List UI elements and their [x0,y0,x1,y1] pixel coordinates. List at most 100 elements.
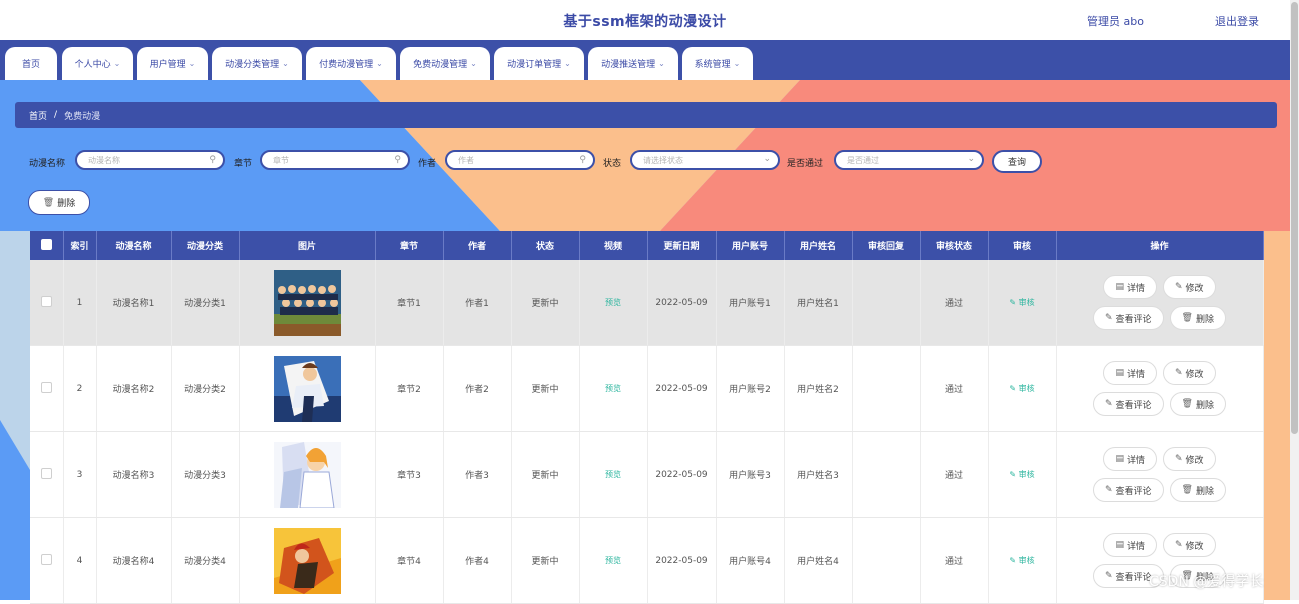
view-comments-button[interactable]: ✎ 查看评论 [1092,478,1164,502]
video-preview-link[interactable]: 预览 [605,298,621,307]
cell-username: 用户姓名3 [784,431,853,518]
table-row[interactable]: 2 动漫名称2 动漫分类2 章节2 作者2 更新中 预览 2022-05-09 … [30,345,1264,432]
row-checkbox[interactable] [40,381,52,393]
row-select-cell[interactable] [30,345,64,432]
nav-label: 免费动漫管理 [413,60,468,70]
name-placeholder: 动漫名称 [88,155,120,165]
approved-label: 是否通过 [787,159,824,169]
name-input[interactable]: 动漫名称 ⚲ [75,150,225,170]
nav-item-free[interactable]: 免费动漫管理 ⌄ [400,47,490,80]
anime-thumbnail[interactable] [273,355,341,422]
anime-thumbnail[interactable] [273,441,341,508]
edit-button[interactable]: ✎ 修改 [1162,275,1216,299]
cell-image [239,431,376,518]
review-link[interactable]: ✎ 审核 [1009,298,1034,307]
nav-item-push[interactable]: 动漫推送管理 ⌄ [588,47,678,80]
breadcrumb-home[interactable]: 首页 [29,109,47,122]
review-link[interactable]: ✎ 审核 [1009,470,1034,479]
detail-button[interactable]: ▤ 详情 [1103,447,1157,471]
nav-label: 动漫推送管理 [601,60,656,70]
cell-category: 动漫分类1 [171,260,240,346]
pencil-icon: ✎ [1104,571,1113,581]
cell-author: 作者4 [443,517,512,604]
table-header: 索引 动漫名称 动漫分类 图片 章节 作者 状态 视频 更新日期 用户账号 用户… [30,231,1264,260]
search-icon: ⚲ [579,155,586,165]
author-input[interactable]: 作者 ⚲ [445,150,595,170]
cell-index: 3 [63,431,97,518]
detail-button[interactable]: ▤ 详情 [1103,275,1157,299]
cell-image [239,517,376,604]
pencil-icon: ✎ [1104,485,1113,495]
cell-name: 动漫名称3 [96,431,172,518]
detail-label: 详情 [1126,369,1145,380]
nav-item-system[interactable]: 系统管理 ⌄ [682,47,753,80]
nav-label: 首页 [21,60,40,70]
row-checkbox[interactable] [40,467,52,479]
row-checkbox[interactable] [40,295,52,307]
logout-link[interactable]: 退出登录 [1215,13,1259,29]
nav-item-orders[interactable]: 动漫订单管理 ⌄ [494,47,584,80]
chevron-down-icon: ⌄ [282,59,289,68]
video-preview-link[interactable]: 预览 [605,384,621,393]
cell-account: 用户账号2 [716,345,785,432]
scrollbar-thumb[interactable] [1291,2,1298,434]
nav-item-paid[interactable]: 付费动漫管理 ⌄ [306,47,396,80]
cell-review: ✎ 审核 [988,345,1057,432]
approved-select[interactable]: 是否通过 ⌄ [834,150,984,170]
anime-thumbnail[interactable] [273,269,341,336]
comments-label: 查看评论 [1115,400,1152,411]
chevron-down-icon: ⌄ [564,59,571,68]
document-icon: ▤ [1115,282,1124,292]
cell-name: 动漫名称2 [96,345,172,432]
nav-item-personal[interactable]: 个人中心 ⌄ [62,47,133,80]
name-label: 动漫名称 [29,159,66,169]
row-select-cell[interactable] [30,431,64,518]
table-row[interactable]: 3 动漫名称3 动漫分类3 章节3 作者3 更新中 预览 2022-05-09 … [30,431,1264,518]
nav-item-home[interactable]: 首页 [5,47,57,80]
review-link[interactable]: ✎ 审核 [1009,384,1034,393]
cell-actions: ▤ 详情 ✎ 修改 ✎ 查看评论 🗑 删除 [1056,260,1264,346]
breadcrumb-current: 免费动漫 [64,111,101,122]
cell-date: 2022-05-09 [647,345,717,432]
delete-button[interactable]: 🗑 删除 [1169,306,1226,330]
cell-author: 作者3 [443,431,512,518]
detail-button[interactable]: ▤ 详情 [1103,533,1157,557]
select-all-cell[interactable] [30,231,64,260]
view-comments-button[interactable]: ✎ 查看评论 [1092,306,1164,330]
chapter-label: 章节 [234,159,253,169]
select-all-checkbox[interactable] [40,238,52,250]
pencil-icon: ✎ [1174,282,1183,292]
edit-label: 修改 [1185,369,1204,380]
row-select-cell[interactable] [30,260,64,346]
edit-button[interactable]: ✎ 修改 [1162,361,1216,385]
delete-button[interactable]: 🗑 删除 [1169,392,1226,416]
nav-item-users[interactable]: 用户管理 ⌄ [137,47,208,80]
edit-label: 修改 [1185,455,1204,466]
detail-button[interactable]: ▤ 详情 [1103,361,1157,385]
cell-actions: ▤ 详情 ✎ 修改 ✎ 查看评论 🗑 删除 [1056,345,1264,432]
cell-index: 4 [63,517,97,604]
table-row[interactable]: 4 动漫名称4 动漫分类4 章节4 作者4 更新中 预览 2022-05-09 … [30,517,1264,604]
query-button[interactable]: 查询 [992,150,1042,173]
nav-item-category[interactable]: 动漫分类管理 ⌄ [212,47,302,80]
nav-label: 动漫分类管理 [225,60,280,70]
edit-button[interactable]: ✎ 修改 [1162,533,1216,557]
chapter-input[interactable]: 章节 ⚲ [260,150,410,170]
header-category: 动漫分类 [171,231,240,260]
cell-image [239,345,376,432]
batch-delete-button[interactable]: 🗑 删除 [28,190,90,215]
delete-button[interactable]: 🗑 删除 [1169,478,1226,502]
row-select-cell[interactable] [30,517,64,604]
video-preview-link[interactable]: 预览 [605,556,621,565]
view-comments-button[interactable]: ✎ 查看评论 [1092,392,1164,416]
table-row[interactable]: 1 动漫名称1 动漫分类1 章节1 作者1 更新中 预览 2022-05-09 … [30,260,1264,346]
anime-thumbnail[interactable] [273,527,341,594]
status-select[interactable]: 请选择状态 ⌄ [630,150,780,170]
header-date: 更新日期 [647,231,717,260]
video-preview-link[interactable]: 预览 [605,470,621,479]
edit-button[interactable]: ✎ 修改 [1162,447,1216,471]
nav-label: 用户管理 [149,60,186,70]
cell-chapter: 章节3 [375,431,444,518]
row-checkbox[interactable] [40,553,52,565]
review-link[interactable]: ✎ 审核 [1009,556,1034,565]
